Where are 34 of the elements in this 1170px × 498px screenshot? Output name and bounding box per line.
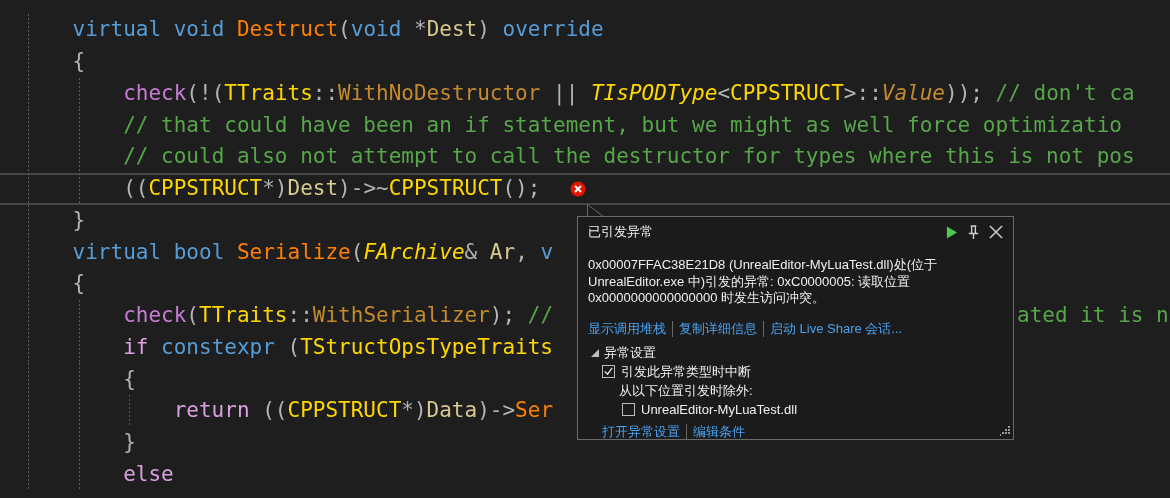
link[interactable]: 启动 Live Share 会话... (770, 319, 903, 338)
code-line: ated it is n (1017, 303, 1169, 329)
close-icon[interactable] (989, 225, 1003, 239)
code-line: { (72, 271, 86, 297)
link[interactable]: 显示调用堆栈 (588, 319, 666, 338)
code-line: } (72, 207, 86, 233)
link[interactable]: 打开异常设置 (602, 422, 680, 441)
link[interactable]: 编辑条件 (693, 422, 745, 441)
exception-message: 0x00007FFAC38E21D8 (UnrealEditor-MyLuaTest.dll)处(位于 UnrealEditor.exe 中)引发的异常: 0xC0000005: 读取位置 0x0000000000000000 时发生访问冲突。 (588, 257, 938, 307)
section-title: 异常设置 (604, 343, 656, 362)
code-line: check(TTraits::WithSerializer); // (123, 303, 554, 329)
play-icon[interactable] (946, 224, 958, 240)
checkbox-label: UnrealEditor-MyLuaTest.dll (641, 402, 798, 417)
code-line: { (72, 49, 86, 75)
code-line: { (123, 366, 136, 392)
code-line: // could also not attempt to call the destructor for types where this is not pos (123, 144, 1135, 170)
exception-label: 从以下位置引发时除外: (619, 381, 753, 400)
code-line: check(!(TTraits::WithNoDestructor || TIsPODType<CPPSTRUCT>::Value)); // don't ca (123, 80, 1135, 106)
code-line: virtual bool Serialize(FArchive& Ar, v (72, 239, 554, 265)
popup-title: 已引发异常 (588, 223, 653, 241)
code-line: } (123, 430, 136, 456)
pin-icon[interactable] (967, 224, 980, 240)
resize-grip-icon[interactable] (1000, 426, 1010, 436)
code-line: // that could have been an if statement, but we might as well force optimizatio (123, 112, 1122, 138)
code-line: virtual void Destruct(void *Dest) override (72, 17, 604, 43)
code-line: ((CPPSTRUCT*)Dest)->~CPPSTRUCT(); (123, 176, 541, 202)
link[interactable]: 复制详细信息 (679, 319, 757, 338)
code-line: if constexpr (TStructOpsTypeTraits (123, 334, 554, 360)
checkbox[interactable] (622, 403, 635, 416)
expand-icon[interactable] (591, 348, 599, 357)
code-line: else (123, 461, 174, 487)
checkbox[interactable] (602, 365, 615, 378)
code-line: return ((CPPSTRUCT*)Data)->Ser (173, 398, 554, 424)
checkbox-label: 引发此异常类型时中断 (621, 362, 751, 381)
